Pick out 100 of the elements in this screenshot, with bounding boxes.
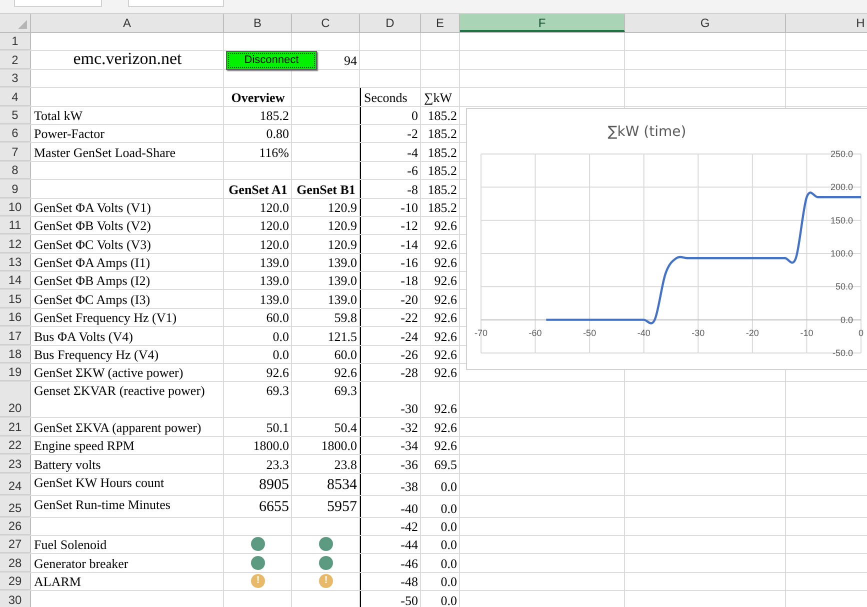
table-cell: -22 bbox=[400, 310, 418, 326]
table-cell: Engine speed RPM bbox=[34, 438, 134, 454]
table-cell: -16 bbox=[400, 255, 418, 270]
row-header[interactable]: 24 bbox=[0, 474, 31, 495]
table-cell: 92.6 bbox=[434, 273, 457, 288]
row-header[interactable]: 15 bbox=[0, 290, 31, 308]
row-header[interactable]: 26 bbox=[0, 518, 31, 535]
column-header[interactable]: C bbox=[292, 14, 360, 32]
table-cell: Total kW bbox=[34, 108, 83, 123]
row-header[interactable]: 8 bbox=[0, 162, 31, 180]
table-cell: -36 bbox=[400, 456, 418, 472]
row-header[interactable]: 7 bbox=[0, 143, 31, 161]
row-header[interactable]: 28 bbox=[0, 554, 31, 572]
table-cell: 59.8 bbox=[334, 310, 357, 326]
table-cell: Generator breaker bbox=[34, 556, 128, 571]
table-cell: -50 bbox=[400, 592, 418, 607]
table-cell: 92.6 bbox=[434, 236, 457, 252]
table-cell: -24 bbox=[400, 328, 418, 344]
row-header[interactable]: 16 bbox=[0, 308, 31, 326]
row-header[interactable]: 2 bbox=[0, 51, 31, 69]
table-cell: GenSet ΣKW (active power) bbox=[34, 365, 184, 380]
table-cell: -20 bbox=[400, 292, 418, 307]
table-cell: Bus ΦA Volts (V4) bbox=[34, 328, 133, 344]
row-header[interactable]: 11 bbox=[0, 216, 31, 234]
tick-label: 0 bbox=[858, 328, 864, 338]
row-header[interactable]: 27 bbox=[0, 536, 31, 554]
table-cell: 92.6 bbox=[434, 365, 457, 380]
table-cell: 23.8 bbox=[334, 456, 357, 472]
row-header[interactable]: 9 bbox=[0, 180, 31, 198]
row-header[interactable]: 4 bbox=[0, 88, 31, 106]
row-header[interactable]: 29 bbox=[0, 572, 31, 590]
table-cell: GenSet Run-time Minutes bbox=[34, 496, 170, 512]
table-cell: 92.6 bbox=[434, 401, 457, 416]
table-cell: 50.4 bbox=[334, 420, 357, 435]
table-cell: -32 bbox=[400, 420, 418, 435]
row-header[interactable]: 25 bbox=[0, 496, 31, 517]
row-header[interactable]: 17 bbox=[0, 327, 31, 345]
column-heading: GenSet A1 bbox=[228, 182, 288, 197]
row-header[interactable]: 20 bbox=[0, 382, 31, 418]
tick-label: -10 bbox=[800, 328, 814, 338]
table-cell: 92.6 bbox=[434, 255, 457, 270]
table-cell: GenSet ΣKVA (apparent power) bbox=[34, 420, 202, 435]
column-heading: GenSet B1 bbox=[296, 182, 356, 197]
chart-title: ∑kW (time) bbox=[608, 124, 686, 140]
host-name: emc.verizon.net bbox=[73, 50, 182, 68]
row-header[interactable]: 23 bbox=[0, 455, 31, 473]
column-header[interactable]: A bbox=[31, 14, 224, 32]
warning-icon: ! bbox=[251, 574, 265, 588]
table-cell: 139.0 bbox=[260, 292, 289, 307]
tick-label: -60 bbox=[528, 328, 542, 338]
column-heading: Seconds bbox=[364, 90, 408, 105]
table-cell: 120.0 bbox=[260, 218, 289, 234]
table-cell: 92.6 bbox=[434, 292, 457, 307]
table-cell: 60.0 bbox=[334, 347, 357, 362]
table-cell: Master GenSet Load-Share bbox=[34, 144, 176, 160]
table-cell: 0.0 bbox=[440, 478, 457, 494]
row-header[interactable]: 19 bbox=[0, 364, 31, 382]
table-cell: 0.0 bbox=[440, 518, 457, 534]
table-cell: 8905 bbox=[259, 476, 289, 494]
warning-icon: ! bbox=[319, 574, 333, 588]
table-cell: -10 bbox=[400, 200, 418, 215]
table-cell: -44 bbox=[400, 537, 418, 552]
column-header[interactable]: G bbox=[625, 14, 786, 32]
tick-label: 50.0 bbox=[835, 282, 853, 292]
table-cell: 185.2 bbox=[428, 126, 457, 142]
row-header[interactable]: 21 bbox=[0, 418, 31, 436]
tick-label: -50.0 bbox=[832, 348, 853, 358]
row-header[interactable]: 30 bbox=[0, 591, 31, 607]
table-cell: 139.0 bbox=[328, 292, 357, 307]
tick-label: -70 bbox=[474, 328, 488, 338]
row-header[interactable]: 3 bbox=[0, 70, 31, 88]
table-cell: 0.0 bbox=[440, 574, 457, 590]
column-header[interactable]: H bbox=[786, 14, 867, 32]
column-header[interactable]: F bbox=[460, 14, 625, 32]
row-header[interactable]: 12 bbox=[0, 235, 31, 253]
table-cell: 120.0 bbox=[260, 200, 289, 215]
table-cell: -28 bbox=[400, 365, 418, 380]
column-header[interactable]: B bbox=[224, 14, 292, 32]
row-header[interactable]: 6 bbox=[0, 124, 31, 142]
row-header[interactable]: 1 bbox=[0, 33, 31, 50]
table-cell: GenSet ΦB Amps (I2) bbox=[34, 273, 150, 288]
table-cell: 60.0 bbox=[266, 310, 289, 326]
row-header[interactable]: 22 bbox=[0, 436, 31, 454]
table-cell: -38 bbox=[400, 478, 418, 494]
table-cell: Battery volts bbox=[34, 456, 101, 472]
table-cell: Power-Factor bbox=[34, 126, 104, 142]
row-header[interactable]: 5 bbox=[0, 106, 31, 124]
column-header[interactable]: D bbox=[360, 14, 421, 32]
table-cell: 0.0 bbox=[440, 592, 457, 607]
table-cell: GenSet ΦA Amps (I1) bbox=[34, 255, 150, 270]
row-header[interactable]: 18 bbox=[0, 346, 31, 364]
table-cell: 185.2 bbox=[428, 108, 457, 123]
row-header[interactable]: 14 bbox=[0, 272, 31, 290]
table-cell: 23.3 bbox=[266, 456, 289, 472]
table-cell: -48 bbox=[400, 574, 418, 590]
row-header[interactable]: 13 bbox=[0, 254, 31, 272]
disconnect-button[interactable]: Disconnect bbox=[226, 51, 317, 70]
table-cell: 92.6 bbox=[334, 365, 357, 380]
row-header[interactable]: 10 bbox=[0, 198, 31, 216]
table-cell: -34 bbox=[400, 438, 418, 454]
